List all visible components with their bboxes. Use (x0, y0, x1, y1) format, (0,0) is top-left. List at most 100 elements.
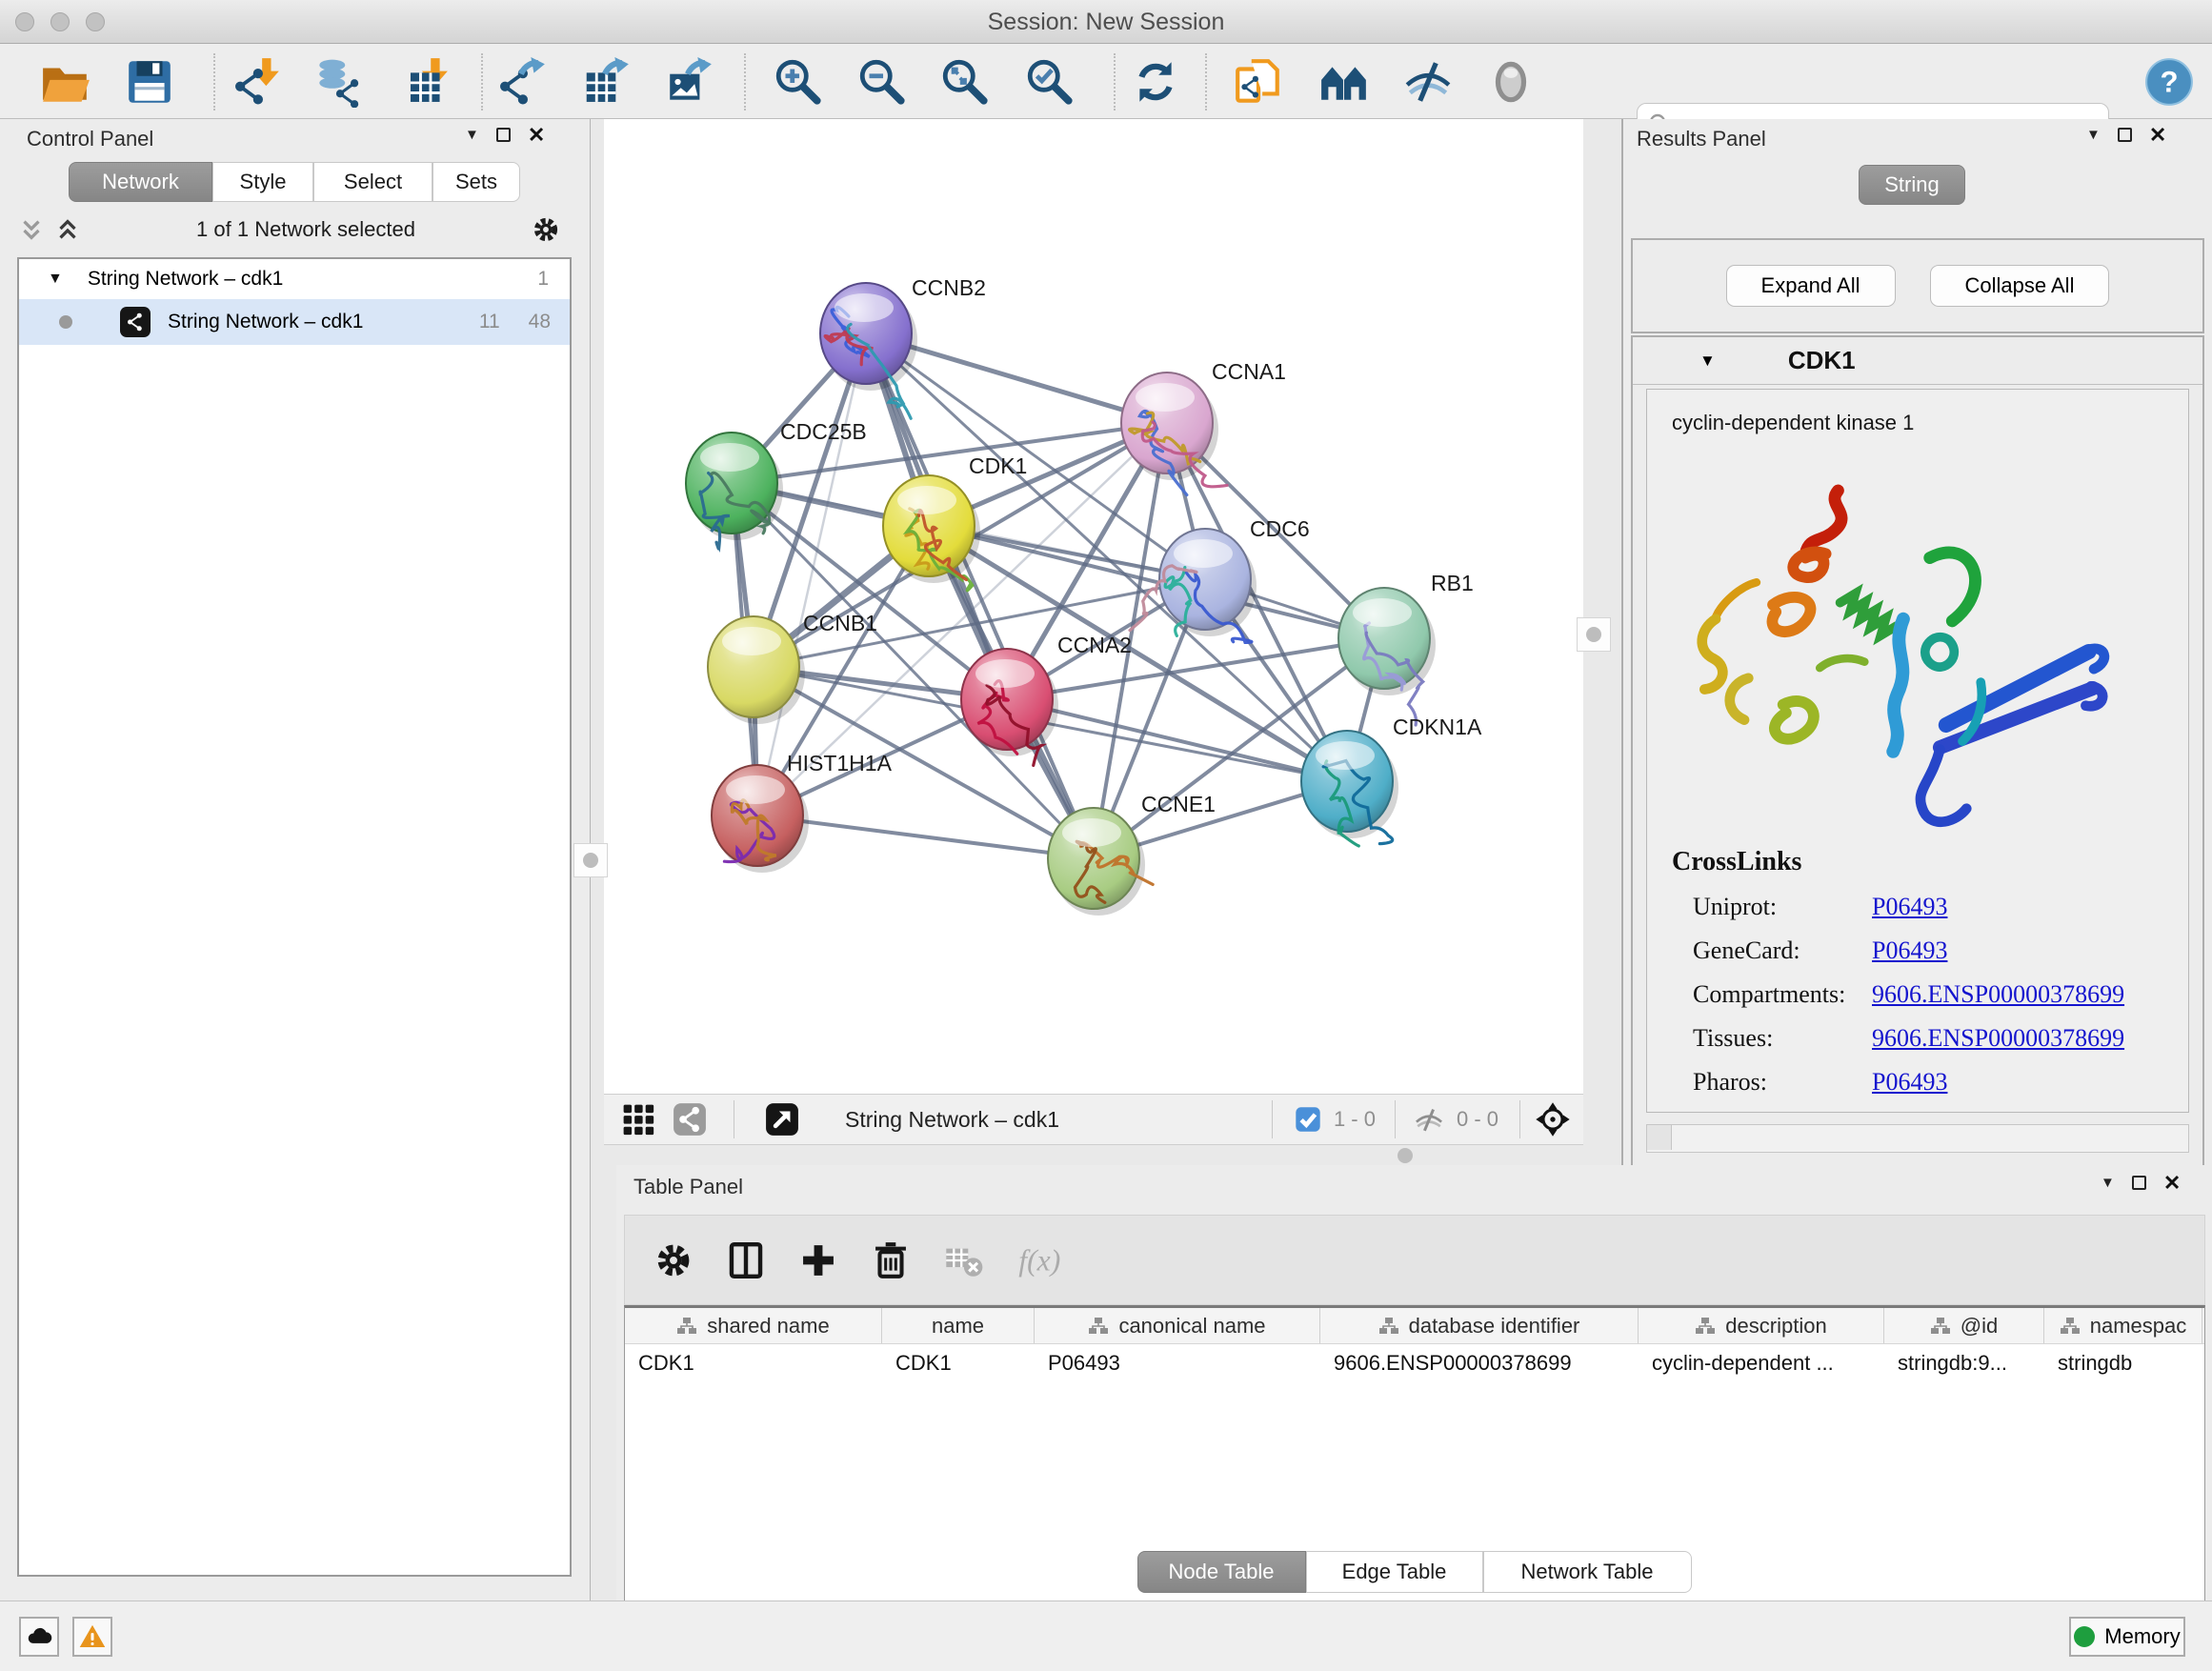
zoom-selected-icon[interactable] (1024, 56, 1076, 108)
collapse-panel-icon[interactable]: ▼ (2101, 1175, 2115, 1191)
float-panel-icon[interactable] (496, 128, 511, 142)
column-header-shared-name[interactable]: shared name (625, 1308, 882, 1343)
network-row[interactable]: String Network – cdk1 11 48 (19, 299, 570, 345)
zoom-in-icon[interactable] (773, 56, 824, 108)
network-node-RB1[interactable]: RB1 (1338, 571, 1474, 725)
delete-column-icon[interactable] (869, 1238, 913, 1282)
tab-network-table[interactable]: Network Table (1483, 1551, 1692, 1593)
node-label: CCNA2 (1057, 633, 1132, 657)
node-label: CCNB1 (803, 611, 877, 635)
right-splitter-handle[interactable] (1577, 617, 1611, 652)
table-cell[interactable]: stringdb (2044, 1344, 2202, 1382)
network-node-HIST1H1A[interactable]: HIST1H1A (712, 751, 893, 873)
network-node-CDK1[interactable]: CDK1 (883, 453, 1027, 591)
preview-icon[interactable] (1485, 56, 1537, 108)
duplicate-network-icon[interactable] (1233, 56, 1284, 108)
string-view-icon[interactable] (671, 1100, 709, 1138)
crosslink-link[interactable]: P06493 (1872, 1068, 1947, 1097)
first-neighbors-icon[interactable] (1318, 56, 1370, 108)
section-expand-arrow[interactable]: ▼ (1699, 352, 1716, 371)
protein-description: cyclin-dependent kinase 1 (1647, 390, 2188, 435)
tab-network[interactable]: Network (69, 162, 212, 202)
import-database-icon[interactable] (312, 56, 364, 108)
table-cell[interactable]: stringdb:9... (1884, 1344, 2044, 1382)
float-panel-icon[interactable] (2118, 128, 2132, 142)
export-network-icon[interactable] (497, 56, 549, 108)
cloud-icon[interactable] (19, 1617, 59, 1657)
tab-edge-table[interactable]: Edge Table (1306, 1551, 1483, 1593)
column-header-database-identifier[interactable]: database identifier (1320, 1308, 1639, 1343)
warning-icon[interactable] (72, 1617, 112, 1657)
gear-icon[interactable] (652, 1238, 695, 1282)
zoom-out-icon[interactable] (856, 56, 908, 108)
tab-style[interactable]: Style (212, 162, 313, 202)
birds-eye-view-icon[interactable] (1534, 1100, 1572, 1138)
network-node-CDC6[interactable]: CDC6 (1130, 516, 1310, 642)
network-node-CCNB1[interactable]: CCNB1 (708, 611, 877, 724)
collapse-all-networks-icon[interactable] (53, 215, 82, 244)
close-panel-icon[interactable]: ✕ (2163, 1176, 2181, 1190)
save-session-icon[interactable] (124, 56, 175, 108)
grid-view-icon[interactable] (619, 1100, 657, 1138)
protein-section-header[interactable]: ▼ CDK1 (1633, 337, 2202, 385)
show-hide-icon[interactable] (1402, 56, 1454, 108)
export-table-icon[interactable] (581, 56, 633, 108)
detach-view-icon[interactable] (763, 1100, 801, 1138)
network-canvas[interactable]: CCNB2CCNA1CDC25BCDK1CDC6RB1CCNB1CCNA2CDK… (604, 119, 1583, 1094)
open-session-icon[interactable] (40, 56, 91, 108)
results-scrollbar[interactable] (1646, 1124, 2189, 1153)
split-columns-icon[interactable] (724, 1238, 768, 1282)
refresh-icon[interactable] (1130, 56, 1181, 108)
memory-button[interactable]: Memory (2069, 1617, 2185, 1657)
toolbar-divider (213, 53, 215, 111)
crosslink-label: Uniprot: (1672, 893, 1872, 921)
tab-node-table[interactable]: Node Table (1137, 1551, 1306, 1593)
node-label: CCNB2 (912, 275, 986, 300)
expand-all-networks-icon[interactable] (17, 215, 46, 244)
column-header-description[interactable]: description (1639, 1308, 1884, 1343)
crosslink-link[interactable]: P06493 (1872, 893, 1947, 921)
table-cell[interactable]: P06493 (1035, 1344, 1320, 1382)
table-cell[interactable]: CDK1 (625, 1344, 882, 1382)
close-panel-icon[interactable]: ✕ (528, 128, 545, 142)
tab-string[interactable]: String (1859, 165, 1965, 205)
zoom-fit-icon[interactable] (939, 56, 991, 108)
column-header-canonical-name[interactable]: canonical name (1035, 1308, 1320, 1343)
column-header-namespac[interactable]: namespac (2044, 1308, 2202, 1343)
network-node-CDKN1A[interactable]: CDKN1A (1301, 715, 1482, 846)
column-header--id[interactable]: @id (1884, 1308, 2044, 1343)
horizontal-splitter-handle[interactable] (1398, 1148, 1413, 1163)
float-panel-icon[interactable] (2132, 1176, 2146, 1190)
left-splitter-handle[interactable] (573, 843, 608, 877)
selected-checkbox-icon[interactable] (1294, 1105, 1322, 1134)
close-panel-icon[interactable]: ✕ (2149, 128, 2166, 142)
control-panel-title: Control Panel (27, 127, 153, 151)
network-options-gear-icon[interactable] (530, 213, 562, 246)
hidden-eye-icon[interactable] (1411, 1103, 1447, 1136)
column-header-name[interactable]: name (882, 1308, 1035, 1343)
export-image-icon[interactable] (664, 56, 715, 108)
crosslink-link[interactable]: 9606.ENSP00000378699 (1872, 980, 2124, 1009)
collapse-panel-icon[interactable]: ▼ (2086, 127, 2101, 143)
table-cell[interactable]: cyclin-dependent ... (1639, 1344, 1884, 1382)
collection-expand-arrow[interactable]: ▼ (48, 271, 63, 288)
expand-all-button[interactable]: Expand All (1726, 265, 1896, 307)
collapse-all-button[interactable]: Collapse All (1930, 265, 2110, 307)
table-row[interactable]: CDK1CDK1P064939606.ENSP00000378699cyclin… (625, 1344, 2204, 1382)
network-node-CCNA1[interactable]: CCNA1 (1121, 359, 1286, 495)
clear-table-icon[interactable] (941, 1238, 985, 1282)
crosslink-link[interactable]: 9606.ENSP00000378699 (1872, 1024, 2124, 1053)
help-icon[interactable]: ? (2143, 56, 2195, 108)
network-collection-row[interactable]: ▼ String Network – cdk1 1 (19, 259, 570, 299)
crosslink-link[interactable]: P06493 (1872, 936, 1947, 965)
function-builder-icon[interactable]: f(x) (1014, 1238, 1084, 1282)
table-cell[interactable]: CDK1 (882, 1344, 1035, 1382)
network-edge[interactable] (866, 333, 1094, 858)
tab-select[interactable]: Select (313, 162, 432, 202)
import-table-icon[interactable] (399, 56, 451, 108)
import-network-icon[interactable] (232, 56, 284, 108)
table-cell[interactable]: 9606.ENSP00000378699 (1320, 1344, 1639, 1382)
tab-sets[interactable]: Sets (432, 162, 520, 202)
add-column-icon[interactable] (796, 1238, 840, 1282)
collapse-panel-icon[interactable]: ▼ (465, 127, 479, 143)
